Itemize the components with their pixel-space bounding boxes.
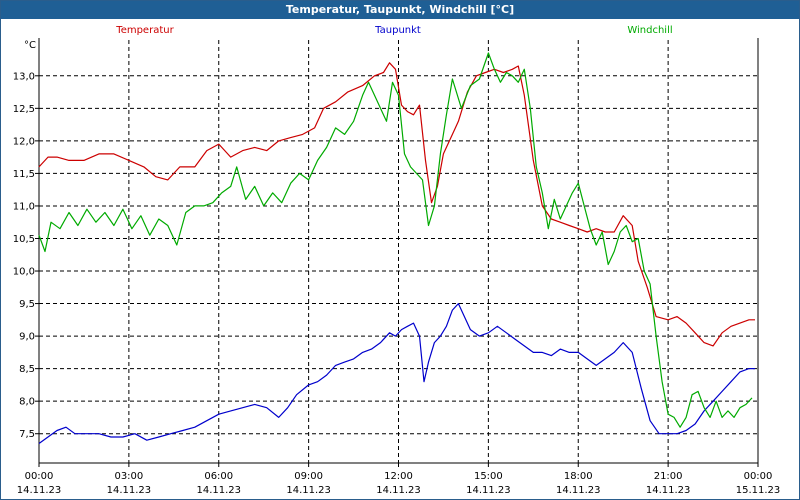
- x-tick-time-label: 06:00: [204, 471, 233, 482]
- x-tick-time-label: 12:00: [384, 471, 413, 482]
- y-tick-label: 12,5: [13, 104, 35, 115]
- y-axis-unit: °C: [24, 40, 36, 51]
- y-tick-label: 11,5: [13, 169, 35, 180]
- y-tick-label: 9,0: [19, 332, 35, 343]
- line-chart: °C 7,5 8,0 8,5 9,0 9,5 10,0 10,5 11,0 11,5 12,0 12…: [13, 25, 781, 496]
- y-tick-label: 13,0: [13, 71, 35, 82]
- x-tick-time-label: 00:00: [744, 471, 773, 482]
- x-tick-date-label: 14.11.23: [376, 485, 421, 496]
- y-tick-label: 10,5: [13, 234, 35, 245]
- x-tick-time-label: 15:00: [474, 471, 503, 482]
- x-tick-date-label: 14.11.23: [466, 485, 511, 496]
- y-tick-label: 8,5: [19, 364, 35, 375]
- series-lines: [38, 52, 755, 444]
- x-tick-date-label: 14.11.23: [196, 485, 241, 496]
- y-tick-label: 9,5: [19, 299, 35, 310]
- x-tick-date-label: 14.11.23: [17, 485, 62, 496]
- legend-entry-temperatur: Temperatur: [115, 25, 174, 36]
- legend: Temperatur Taupunkt Windchill: [115, 25, 672, 36]
- series-line-windchill: [38, 52, 753, 428]
- x-tick-time-label: 03:00: [114, 471, 143, 482]
- y-tick-label: 10,0: [13, 267, 35, 278]
- x-tick-time-label: 18:00: [564, 471, 593, 482]
- y-tick-label: 7,5: [19, 429, 35, 440]
- legend-entry-windchill: Windchill: [627, 25, 672, 36]
- x-tick-date-label: 14.11.23: [286, 485, 331, 496]
- x-tick-time-label: 09:00: [294, 471, 323, 482]
- x-tick-labels: 00:00 14.11.23 03:00 14.11.23 06:00 14.11.23 0…: [17, 471, 781, 496]
- y-tick-label: 8,0: [19, 397, 35, 408]
- x-tick-time-label: 00:00: [25, 471, 54, 482]
- x-tick-date-label: 15.11.23: [736, 485, 781, 496]
- y-tick-label: 11,0: [13, 201, 35, 212]
- y-tick-label: 12,0: [13, 136, 35, 147]
- grid: [39, 40, 758, 463]
- x-tick-date-label: 14.11.23: [646, 485, 691, 496]
- series-line-taupunkt: [38, 303, 755, 444]
- axes: [35, 38, 759, 467]
- x-tick-date-label: 14.11.23: [107, 485, 152, 496]
- legend-entry-taupunkt: Taupunkt: [374, 25, 421, 36]
- x-tick-date-label: 14.11.23: [556, 485, 601, 496]
- x-tick-time-label: 21:00: [654, 471, 683, 482]
- y-tick-labels: 7,5 8,0 8,5 9,0 9,5 10,0 10,5 11,0 11,5 12,0 12,5 1…: [13, 71, 35, 440]
